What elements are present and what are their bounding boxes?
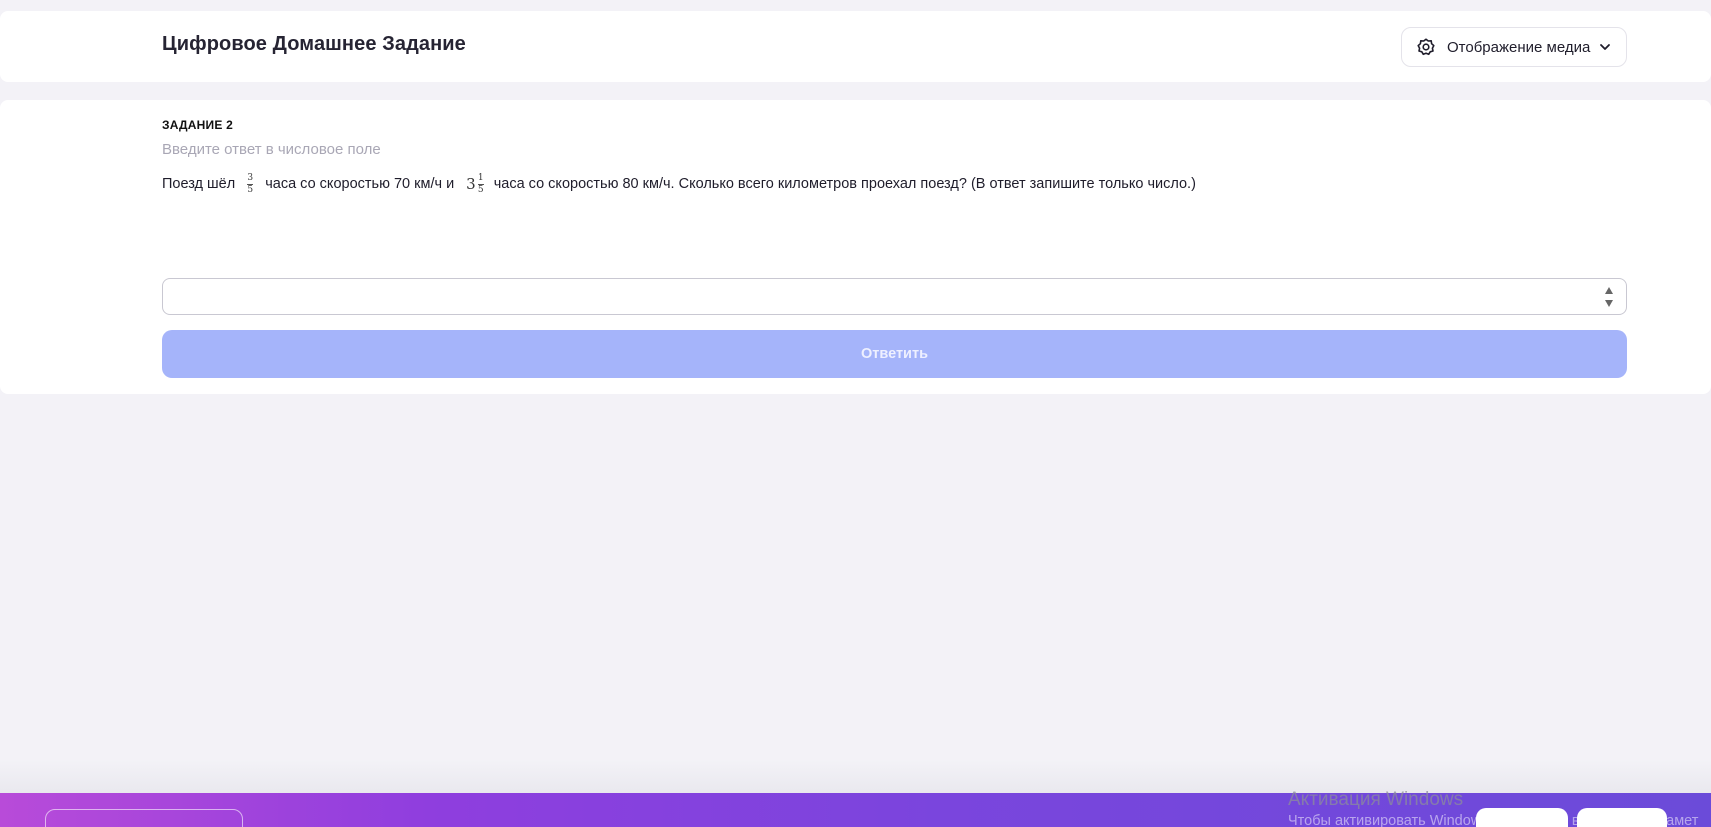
question-part-2: часа со скоростью 70 км/ч и	[265, 176, 455, 192]
task-hint: Введите ответ в числовое поле	[162, 141, 381, 158]
answer-input[interactable]	[163, 279, 1626, 314]
task-card: ЗАДАНИЕ 2 Введите ответ в числовое поле …	[0, 100, 1711, 394]
fraction-denominator: 5	[477, 184, 484, 195]
fraction-denominator: 5	[247, 184, 254, 195]
bottom-bar	[0, 793, 1711, 827]
task-number: ЗАДАНИЕ 2	[162, 118, 233, 132]
stepper-up-icon[interactable]	[1605, 287, 1613, 294]
question-part-3: часа со скоростью 80 км/ч. Сколько всего…	[493, 176, 1196, 192]
question-part-1: Поезд шёл	[162, 176, 236, 192]
header: Цифровое Домашнее Задание Отображение ме…	[0, 11, 1711, 82]
bottom-bar-button-2[interactable]	[1577, 808, 1667, 827]
question-text: Поезд шёл 3 5 часа со скоростью 70 км/ч …	[162, 169, 1196, 199]
mixed-number: 3 1 5	[466, 172, 484, 195]
bottom-bar-pill-button[interactable]	[45, 809, 243, 827]
bottom-bar-button-1[interactable]	[1476, 808, 1568, 827]
fraction-numerator: 1	[477, 172, 484, 183]
stepper-down-icon[interactable]	[1605, 300, 1613, 307]
media-display-button[interactable]: Отображение медиа	[1401, 27, 1627, 67]
mixed-fraction: 1 5	[477, 172, 484, 195]
answer-number-field	[162, 278, 1627, 315]
gear-icon	[1416, 37, 1436, 57]
media-display-label: Отображение медиа	[1447, 38, 1591, 56]
bottom-fade	[0, 760, 1711, 794]
mixed-whole: 3	[466, 175, 476, 193]
page: Цифровое Домашнее Задание Отображение ме…	[0, 0, 1711, 827]
number-stepper[interactable]	[1604, 287, 1614, 307]
app-title: Цифровое Домашнее Задание	[162, 33, 466, 55]
fraction-numerator: 3	[247, 172, 254, 183]
chevron-down-icon	[1598, 40, 1612, 54]
fraction-three-fifths: 3 5	[247, 172, 254, 195]
submit-answer-button[interactable]: Ответить	[162, 330, 1627, 378]
